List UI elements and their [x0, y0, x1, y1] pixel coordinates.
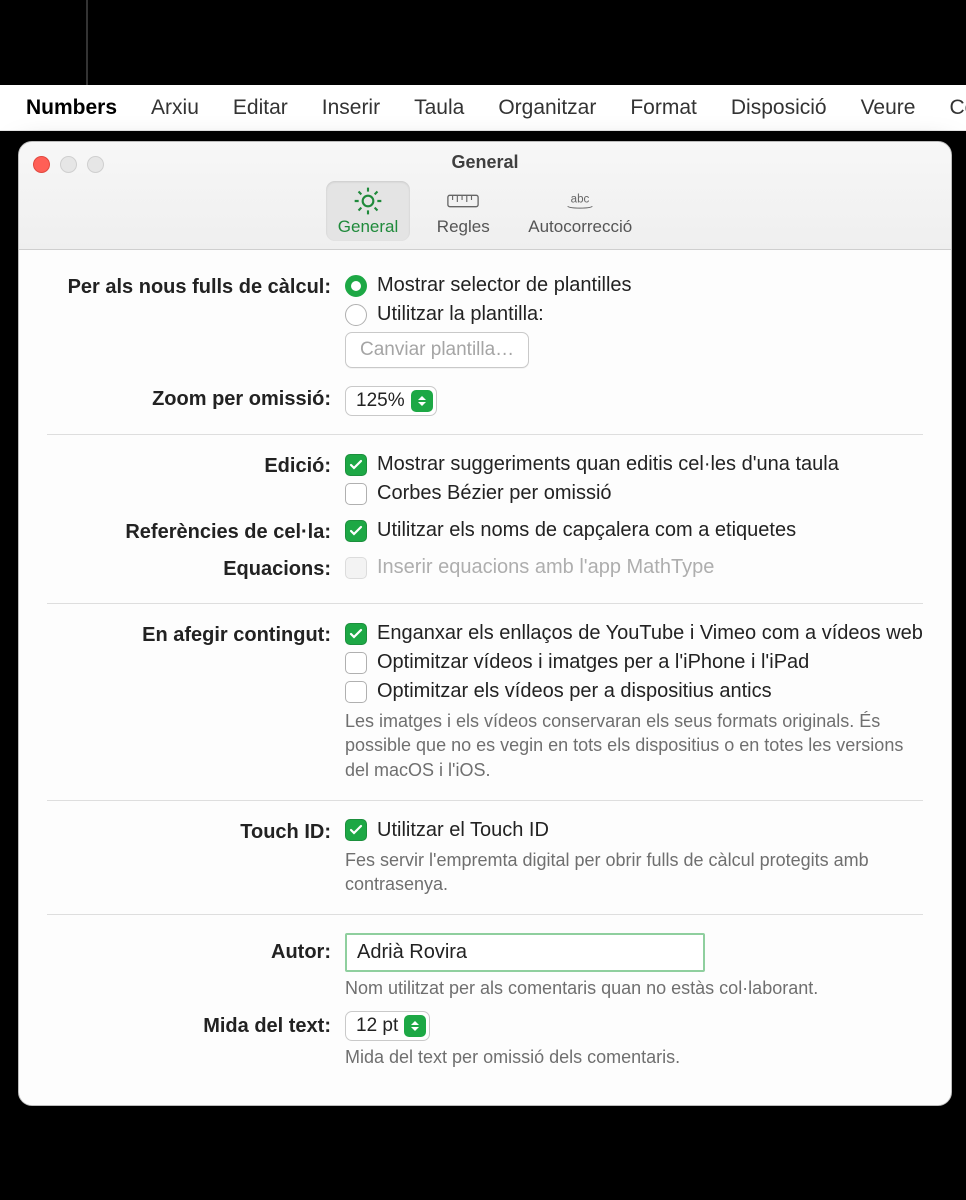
stepper-icon — [411, 390, 433, 412]
label-editing: Edició: — [47, 453, 345, 478]
checkbox-header-names[interactable] — [345, 520, 367, 542]
default-zoom-select[interactable]: 125% — [345, 386, 437, 416]
checkbox-bezier-label: Corbes Bézier per omissió — [377, 482, 612, 505]
divider — [47, 603, 923, 604]
checkbox-mathtype — [345, 557, 367, 579]
radio-show-template-selector[interactable] — [345, 275, 367, 297]
touchid-description: Fes servir l'empremta digital per obrir … — [345, 848, 923, 897]
tab-general[interactable]: General — [326, 181, 410, 241]
window-controls — [33, 156, 104, 173]
window-title: General — [19, 152, 951, 173]
label-cell-refs: Referències de cel·la: — [47, 519, 345, 544]
label-add-content: En afegir contingut: — [47, 622, 345, 647]
text-size-value: 12 pt — [356, 1015, 398, 1037]
divider — [47, 800, 923, 801]
tab-rulers[interactable]: Regles — [424, 181, 502, 241]
preferences-tabs: General Regles abc Autocorrecció — [19, 181, 951, 249]
menu-item-organitzar[interactable]: Organitzar — [498, 96, 596, 120]
tab-rulers-label: Regles — [437, 217, 490, 237]
checkbox-optimize-old-label: Optimitzar els vídeos per a dispositius … — [377, 680, 772, 703]
checkbox-show-suggestions-label: Mostrar suggeriments quan editis cel·les… — [377, 453, 839, 476]
author-description: Nom utilitzat per als comentaris quan no… — [345, 976, 923, 1000]
label-author: Autor: — [47, 933, 345, 964]
menu-item-disposicio[interactable]: Disposició — [731, 96, 827, 120]
tab-autocorrect[interactable]: abc Autocorrecció — [516, 181, 644, 241]
label-touchid: Touch ID: — [47, 819, 345, 844]
checkbox-paste-links[interactable] — [345, 623, 367, 645]
preferences-window: General General Regles abc Autocorrecció — [18, 141, 952, 1106]
tab-autocorrect-label: Autocorrecció — [528, 217, 632, 237]
menu-item-compartir[interactable]: Comp — [949, 96, 966, 120]
minimize-button[interactable] — [60, 156, 77, 173]
titlebar: General General Regles abc Autocorrecció — [19, 142, 951, 250]
stepper-icon — [404, 1015, 426, 1037]
autocorrect-icon: abc — [563, 187, 597, 215]
divider — [47, 434, 923, 435]
menu-item-inserir[interactable]: Inserir — [322, 96, 380, 120]
label-new-sheets: Per als nous fulls de càlcul: — [47, 274, 345, 299]
checkbox-touchid[interactable] — [345, 819, 367, 841]
top-black-region — [0, 0, 966, 85]
menu-item-veure[interactable]: Veure — [861, 96, 916, 120]
checkbox-optimize-iphone-label: Optimitzar vídeos i imatges per a l'iPho… — [377, 651, 809, 674]
checkbox-show-suggestions[interactable] — [345, 454, 367, 476]
checkbox-bezier[interactable] — [345, 483, 367, 505]
text-size-select[interactable]: 12 pt — [345, 1011, 430, 1041]
radio-use-template[interactable] — [345, 304, 367, 326]
menu-item-editar[interactable]: Editar — [233, 96, 288, 120]
callout-line — [86, 0, 88, 85]
menu-item-arxiu[interactable]: Arxiu — [151, 96, 199, 120]
checkbox-header-names-label: Utilitzar els noms de capçalera com a et… — [377, 519, 796, 542]
divider — [47, 914, 923, 915]
radio-show-template-selector-label: Mostrar selector de plantilles — [377, 274, 632, 297]
zoom-button[interactable] — [87, 156, 104, 173]
svg-text:abc: abc — [571, 194, 590, 206]
ruler-icon — [446, 187, 480, 215]
checkbox-touchid-label: Utilitzar el Touch ID — [377, 819, 549, 842]
label-default-zoom: Zoom per omissió: — [47, 386, 345, 411]
text-size-description: Mida del text per omissió dels comentari… — [345, 1045, 923, 1069]
gear-icon — [351, 187, 385, 215]
label-text-size: Mida del text: — [47, 1011, 345, 1038]
author-input[interactable] — [345, 933, 705, 972]
label-equations: Equacions: — [47, 556, 345, 581]
close-button[interactable] — [33, 156, 50, 173]
menu-bar: Numbers Arxiu Editar Inserir Taula Organ… — [0, 85, 966, 131]
checkbox-mathtype-label: Inserir equacions amb l'app MathType — [377, 556, 714, 579]
menu-item-numbers[interactable]: Numbers — [26, 96, 117, 120]
checkbox-optimize-old[interactable] — [345, 681, 367, 703]
default-zoom-value: 125% — [356, 390, 405, 412]
change-template-button[interactable]: Canviar plantilla… — [345, 332, 529, 368]
radio-use-template-label: Utilitzar la plantilla: — [377, 303, 544, 326]
add-content-description: Les imatges i els vídeos conservaran els… — [345, 709, 923, 782]
menu-item-taula[interactable]: Taula — [414, 96, 464, 120]
menu-item-format[interactable]: Format — [630, 96, 697, 120]
checkbox-optimize-iphone[interactable] — [345, 652, 367, 674]
tab-general-label: General — [338, 217, 398, 237]
checkbox-paste-links-label: Enganxar els enllaços de YouTube i Vimeo… — [377, 622, 923, 645]
